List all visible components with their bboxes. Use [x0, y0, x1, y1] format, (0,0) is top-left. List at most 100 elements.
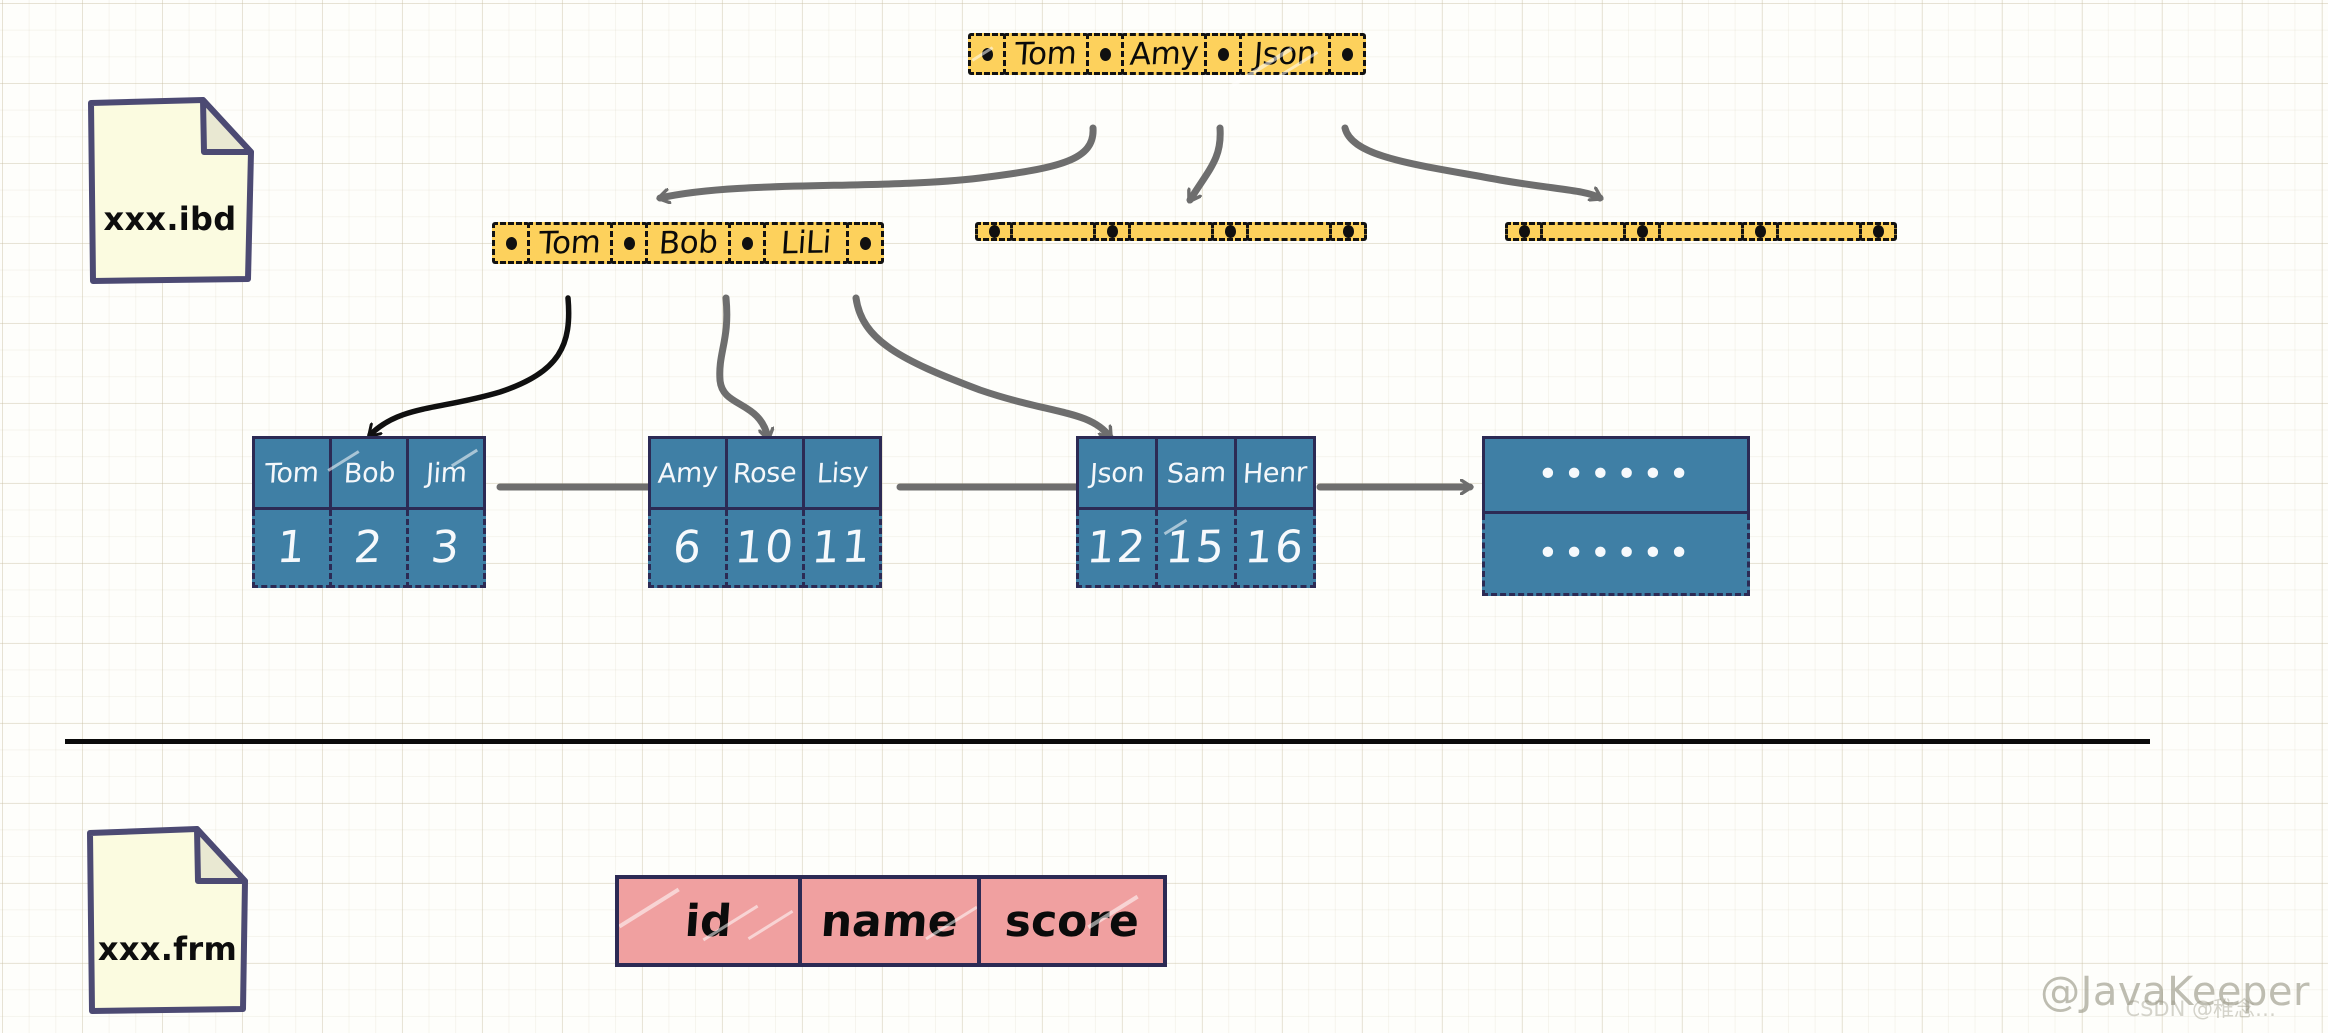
leaf-1-name-row: Tom Bob Jim: [252, 436, 483, 510]
internal-1-key-3: LiLi: [763, 222, 849, 264]
root-key-1-label: Tom: [1014, 35, 1078, 72]
table-column-score-label: score: [1003, 896, 1141, 947]
internal-3-pointer-4: [1859, 222, 1897, 241]
leaf-3-value-cell-3: 16: [1234, 510, 1316, 588]
diagram-canvas: xxx.ibd Tom Amy Json: [0, 0, 2328, 1033]
internal-node-2: [975, 222, 1364, 241]
pointer-dot-icon: [860, 237, 871, 250]
leaf-3-value-cell-1: 12: [1076, 510, 1158, 588]
leaf-3-value-cell-2: 15: [1155, 510, 1237, 588]
pointer-dot-icon: [989, 225, 1000, 238]
pointer-dot-icon: [1755, 225, 1766, 238]
pointer-dot-icon: [1225, 225, 1236, 238]
leaf-1-value-3-label: 3: [429, 522, 464, 574]
leaf-2-value-3-label: 11: [810, 521, 875, 573]
leaf-node-1: Tom Bob Jim 1 2 3: [252, 436, 483, 588]
table-column-id: id: [615, 875, 802, 967]
internal-2-key-3: [1246, 222, 1332, 241]
leaf-1-name-cell-3: Jim: [406, 436, 486, 510]
leaf-4-name-cell: ••••••: [1482, 436, 1750, 514]
leaf-2-value-cell-3: 11: [802, 510, 882, 588]
leaf-1-value-1-label: 1: [275, 522, 310, 574]
table-column-name-label: name: [819, 896, 959, 947]
leaf-1-name-1-label: Tom: [264, 457, 320, 489]
file-name-ibd: xxx.ibd: [85, 200, 255, 238]
internal-2-pointer-2: [1093, 222, 1131, 241]
leaf-3-value-3-label: 16: [1243, 521, 1308, 573]
leaf-4-name-ellipsis: ••••••: [1537, 457, 1694, 493]
leaf-2-value-row: 6 10 11: [648, 510, 879, 588]
leaf-node-4: •••••• ••••••: [1482, 436, 1747, 596]
root-node: Tom Amy Json: [968, 33, 1363, 75]
pointer-dot-icon: [742, 237, 753, 250]
root-pointer-3: [1204, 33, 1242, 75]
file-icon-frm: xxx.frm: [85, 825, 250, 1015]
leaf-node-2: Amy Rose Lisy 6 10 11: [648, 436, 879, 588]
internal-node-3: [1505, 222, 1894, 241]
file-page-glyph: [85, 95, 255, 285]
root-key-2-label: Amy: [1129, 35, 1200, 72]
pointer-dot-icon: [1218, 48, 1229, 61]
internal-1-pointer-3: [728, 222, 766, 264]
leaf-3-name-3-label: Henr: [1242, 457, 1308, 490]
leaf-2-value-cell-1: 6: [648, 510, 728, 588]
root-key-3-label: Json: [1253, 35, 1317, 72]
pointer-dot-icon: [1343, 225, 1354, 238]
leaf-3-name-1-label: Json: [1089, 457, 1145, 489]
internal-1-key-1: Tom: [527, 222, 613, 264]
leaf-1-value-cell-3: 3: [406, 510, 486, 588]
leaf-3-name-cell-1: Json: [1076, 436, 1158, 510]
leaf-2-name-1-label: Amy: [657, 457, 719, 490]
pointer-dot-icon: [1107, 225, 1118, 238]
leaf-node-3: Json Sam Henr 12 15 16: [1076, 436, 1313, 588]
leaf-2-name-cell-2: Rose: [725, 436, 805, 510]
internal-1-key-1-label: Tom: [538, 224, 602, 261]
table-column-id-label: id: [683, 896, 733, 947]
leaf-1-value-cell-2: 2: [329, 510, 409, 588]
leaf-1-name-2-label: Bob: [343, 457, 396, 489]
file-page-glyph: [85, 825, 250, 1015]
leaf-1-name-cell-1: Tom: [252, 436, 332, 510]
internal-2-pointer-4: [1329, 222, 1367, 241]
internal-3-pointer-3: [1741, 222, 1779, 241]
pointer-dot-icon: [1519, 225, 1530, 238]
leaf-1-name-cell-2: Bob: [329, 436, 409, 510]
internal-1-pointer-4: [846, 222, 884, 264]
leaf-1-name-3-label: Jim: [425, 457, 468, 489]
pointer-dot-icon: [624, 237, 635, 250]
leaf-2-name-cell-1: Amy: [648, 436, 728, 510]
leaf-3-value-2-label: 15: [1164, 521, 1229, 573]
internal-3-key-1: [1540, 222, 1626, 241]
internal-2-pointer-3: [1211, 222, 1249, 241]
leaf-1-value-2-label: 2: [352, 522, 387, 574]
leaf-3-name-2-label: Sam: [1166, 457, 1227, 490]
internal-1-key-3-label: LiLi: [780, 224, 832, 261]
leaf-3-name-cell-2: Sam: [1155, 436, 1237, 510]
table-column-name: name: [798, 875, 981, 967]
leaf-4-value-row: ••••••: [1482, 514, 1747, 596]
leaf-2-name-cell-3: Lisy: [802, 436, 882, 510]
internal-1-pointer-1: [492, 222, 530, 264]
internal-2-pointer-1: [975, 222, 1013, 241]
internal-1-key-2-label: Bob: [658, 224, 719, 261]
internal-3-pointer-1: [1505, 222, 1543, 241]
pointer-dot-icon: [506, 237, 517, 250]
root-pointer-1: [968, 33, 1006, 75]
leaf-4-value-ellipsis: ••••••: [1537, 536, 1694, 572]
internal-1-key-2: Bob: [645, 222, 731, 264]
leaf-1-value-row: 1 2 3: [252, 510, 483, 588]
leaf-3-value-1-label: 12: [1085, 521, 1150, 573]
section-divider: [65, 739, 2150, 744]
internal-1-pointer-2: [610, 222, 648, 264]
leaf-3-name-cell-3: Henr: [1234, 436, 1316, 510]
leaf-3-value-row: 12 15 16: [1076, 510, 1313, 588]
leaf-2-name-row: Amy Rose Lisy: [648, 436, 879, 510]
file-name-frm: xxx.frm: [85, 930, 250, 968]
leaf-3-name-row: Json Sam Henr: [1076, 436, 1313, 510]
root-key-1: Tom: [1003, 33, 1089, 75]
internal-2-key-1: [1010, 222, 1096, 241]
internal-3-pointer-2: [1623, 222, 1661, 241]
pointer-dot-icon: [1100, 48, 1111, 61]
leaf-4-name-row: ••••••: [1482, 436, 1747, 514]
leaf-2-value-cell-2: 10: [725, 510, 805, 588]
